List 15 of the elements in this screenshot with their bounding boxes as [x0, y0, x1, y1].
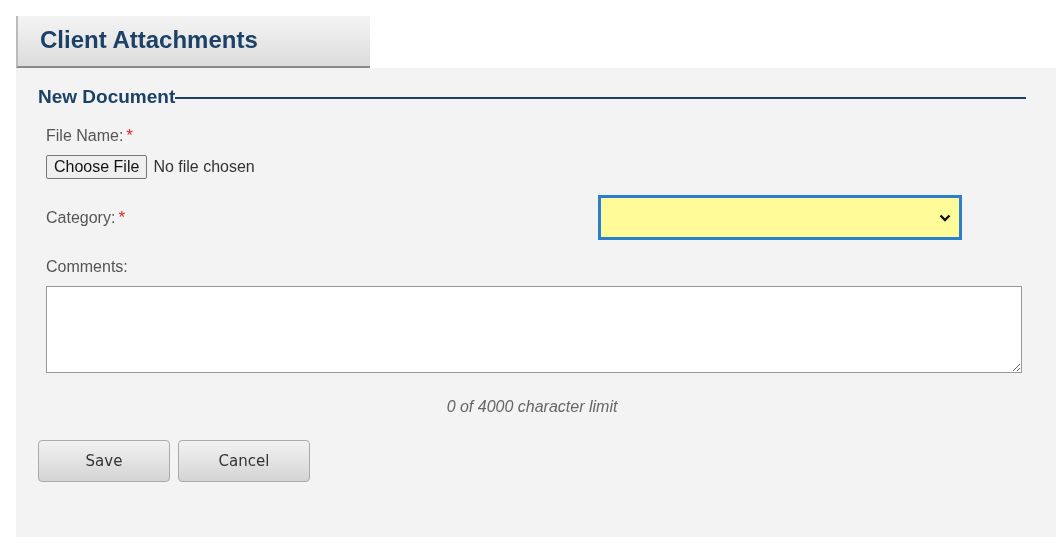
- required-mark: *: [126, 126, 133, 145]
- choose-file-button[interactable]: Choose File: [46, 155, 148, 179]
- chevron-down-icon: [939, 213, 951, 222]
- required-mark: *: [118, 207, 125, 227]
- action-button[interactable]: Cancel: [178, 440, 310, 482]
- field-label: Comments:: [46, 258, 128, 275]
- action-button[interactable]: Save: [38, 440, 170, 482]
- comments-field[interactable]: [46, 286, 1022, 373]
- character-counter: 0 of 4000 character limit: [446, 398, 618, 415]
- file-status: No file chosen: [153, 158, 255, 176]
- category-select[interactable]: [598, 195, 962, 240]
- field-label: Category:: [46, 208, 116, 226]
- section-title: New Document: [38, 86, 176, 108]
- page-title: Client Attachments: [40, 26, 258, 53]
- field-label: File Name:: [46, 127, 124, 144]
